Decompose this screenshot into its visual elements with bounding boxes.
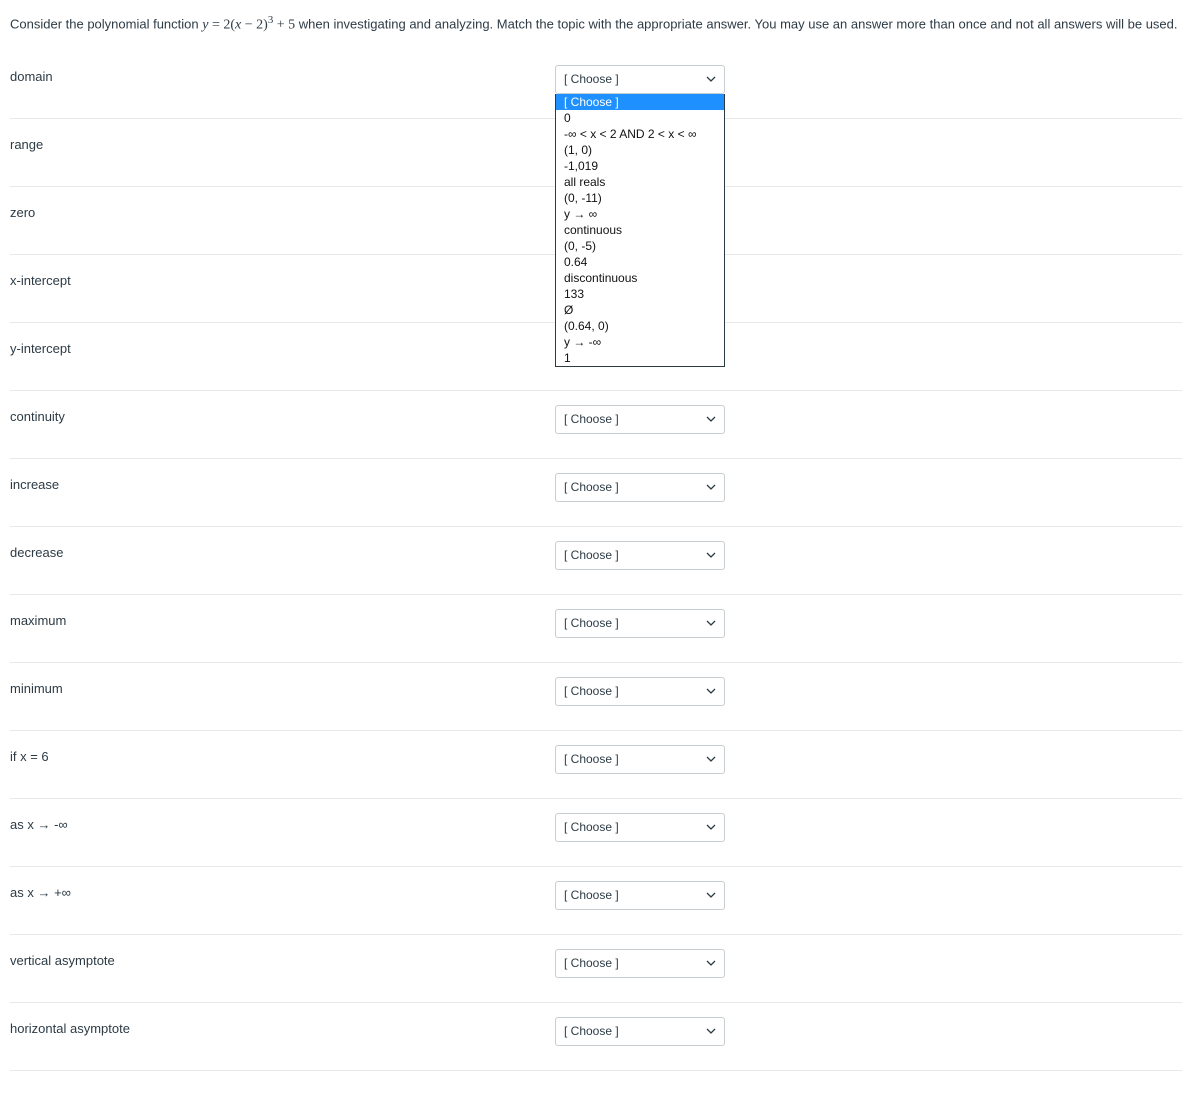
question-row-asxposinf: as x → +∞ [ Choose ] xyxy=(10,881,1182,935)
question-row-vasymptote: vertical asymptote [ Choose ] xyxy=(10,949,1182,1003)
question-label-hasymptote: horizontal asymptote xyxy=(10,1017,555,1036)
question-row-continuity: continuity [ Choose ] xyxy=(10,405,1182,459)
chevron-down-icon xyxy=(706,824,716,830)
question-label-maximum: maximum xyxy=(10,609,555,628)
question-label-minimum: minimum xyxy=(10,677,555,696)
select-value: [ Choose ] xyxy=(564,616,619,630)
dropdown-option[interactable]: 1 xyxy=(556,350,724,366)
question-label-continuity: continuity xyxy=(10,405,555,424)
chevron-down-icon xyxy=(706,76,716,82)
select-value: [ Choose ] xyxy=(564,956,619,970)
question-label-decrease: decrease xyxy=(10,541,555,560)
chevron-down-icon xyxy=(706,688,716,694)
answer-select-domain[interactable]: [ Choose ] xyxy=(555,65,725,94)
answer-select-minimum[interactable]: [ Choose ] xyxy=(555,677,725,706)
answer-select-decrease[interactable]: [ Choose ] xyxy=(555,541,725,570)
dropdown-option[interactable]: all reals xyxy=(556,174,724,190)
answer-dropdown-domain[interactable]: [ Choose ]0-∞ < x < 2 AND 2 < x < ∞(1, 0… xyxy=(555,94,725,367)
question-label-asxposinf: as x → +∞ xyxy=(10,881,555,900)
dropdown-option[interactable]: (0, -11) xyxy=(556,190,724,206)
answer-select-asxneginf[interactable]: [ Choose ] xyxy=(555,813,725,842)
select-value: [ Choose ] xyxy=(564,752,619,766)
question-label-vasymptote: vertical asymptote xyxy=(10,949,555,968)
chevron-down-icon xyxy=(706,1028,716,1034)
dropdown-option[interactable]: discontinuous xyxy=(556,270,724,286)
dropdown-option[interactable]: Ø xyxy=(556,302,724,318)
question-row-decrease: decrease [ Choose ] xyxy=(10,541,1182,595)
answer-select-increase[interactable]: [ Choose ] xyxy=(555,473,725,502)
chevron-down-icon xyxy=(706,552,716,558)
question-row-asxneginf: as x → -∞ [ Choose ] xyxy=(10,813,1182,867)
select-value: [ Choose ] xyxy=(564,412,619,426)
instruction-text: Consider the polynomial function y = 2(x… xyxy=(10,12,1182,37)
dropdown-option[interactable]: (1, 0) xyxy=(556,142,724,158)
question-row-ifx6: if x = 6 [ Choose ] xyxy=(10,745,1182,799)
answer-select-ifx6[interactable]: [ Choose ] xyxy=(555,745,725,774)
dropdown-option[interactable]: y → ∞ xyxy=(556,206,724,222)
chevron-down-icon xyxy=(706,620,716,626)
question-row-increase: increase [ Choose ] xyxy=(10,473,1182,527)
select-value: [ Choose ] xyxy=(564,548,619,562)
question-label-ifx6: if x = 6 xyxy=(10,745,555,764)
dropdown-option[interactable]: (0.64, 0) xyxy=(556,318,724,334)
answer-select-vasymptote[interactable]: [ Choose ] xyxy=(555,949,725,978)
select-value: [ Choose ] xyxy=(564,820,619,834)
dropdown-option[interactable]: 0 xyxy=(556,110,724,126)
dropdown-option[interactable]: continuous xyxy=(556,222,724,238)
select-value: [ Choose ] xyxy=(564,480,619,494)
answer-select-hasymptote[interactable]: [ Choose ] xyxy=(555,1017,725,1046)
question-label-asxneginf: as x → -∞ xyxy=(10,813,555,832)
select-value: [ Choose ] xyxy=(564,72,619,86)
question-row-maximum: maximum [ Choose ] xyxy=(10,609,1182,663)
chevron-down-icon xyxy=(706,416,716,422)
dropdown-option[interactable]: 133 xyxy=(556,286,724,302)
question-label-zero: zero xyxy=(10,201,555,220)
chevron-down-icon xyxy=(706,484,716,490)
select-value: [ Choose ] xyxy=(564,684,619,698)
answer-select-continuity[interactable]: [ Choose ] xyxy=(555,405,725,434)
question-row-domain: domain[ Choose ][ Choose ]0-∞ < x < 2 AN… xyxy=(10,65,1182,119)
dropdown-option[interactable]: -1,019 xyxy=(556,158,724,174)
answer-select-asxposinf[interactable]: [ Choose ] xyxy=(555,881,725,910)
chevron-down-icon xyxy=(706,960,716,966)
dropdown-option[interactable]: -∞ < x < 2 AND 2 < x < ∞ xyxy=(556,126,724,142)
question-label-yintercept: y-intercept xyxy=(10,337,555,356)
chevron-down-icon xyxy=(706,892,716,898)
dropdown-option[interactable]: 0.64 xyxy=(556,254,724,270)
dropdown-option[interactable]: y → -∞ xyxy=(556,334,724,350)
question-label-increase: increase xyxy=(10,473,555,492)
dropdown-option[interactable]: [ Choose ] xyxy=(556,94,724,110)
question-label-domain: domain xyxy=(10,65,555,84)
question-label-xintercept: x-intercept xyxy=(10,269,555,288)
question-row-minimum: minimum [ Choose ] xyxy=(10,677,1182,731)
answer-select-maximum[interactable]: [ Choose ] xyxy=(555,609,725,638)
select-value: [ Choose ] xyxy=(564,888,619,902)
select-value: [ Choose ] xyxy=(564,1024,619,1038)
question-label-range: range xyxy=(10,133,555,152)
chevron-down-icon xyxy=(706,756,716,762)
question-row-hasymptote: horizontal asymptote [ Choose ] xyxy=(10,1017,1182,1071)
dropdown-option[interactable]: (0, -5) xyxy=(556,238,724,254)
